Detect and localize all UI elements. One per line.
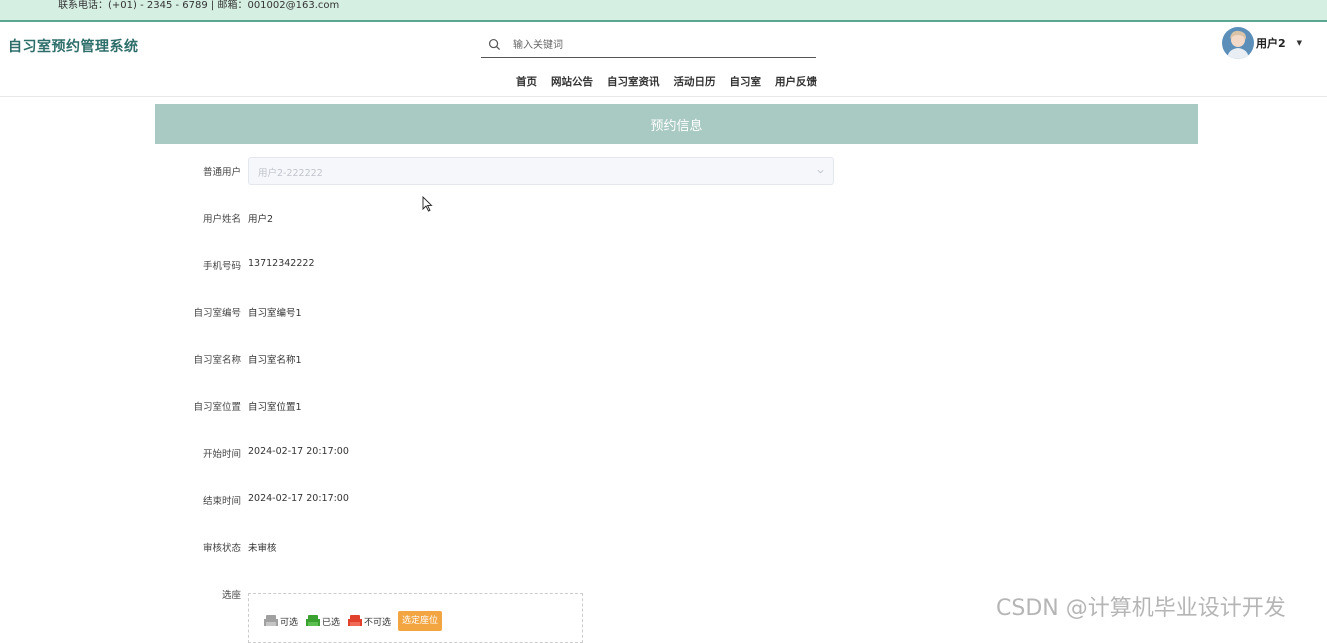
field-label: 开始时间 xyxy=(202,449,241,460)
seat-selected-icon xyxy=(306,615,321,626)
watermark: CSDN @计算机毕业设计开发 xyxy=(996,596,1286,621)
seat-label: 选座 xyxy=(221,590,241,601)
search-input[interactable] xyxy=(511,35,801,55)
form-row: 手机号码 13712342222 xyxy=(155,255,855,275)
seat-unavailable-icon xyxy=(348,615,363,626)
user-name[interactable]: 用户2 xyxy=(1256,35,1286,51)
top-info-bar: 联系电话：(+01) - 2345 - 6789 | 邮箱：001002@163… xyxy=(0,0,1327,22)
form-row: 开始时间 2024-02-17 20:17:00 xyxy=(155,443,855,463)
legend-unavailable-label: 不可选 xyxy=(364,617,392,628)
field-label: 用户姓名 xyxy=(202,214,241,225)
field-label: 手机号码 xyxy=(202,261,241,272)
field-label: 自习室编号 xyxy=(193,308,241,319)
form-row: 用户姓名 用户2 xyxy=(155,208,855,228)
avatar[interactable] xyxy=(1222,27,1254,59)
field-label: 结束时间 xyxy=(202,496,241,507)
section-banner: 预约信息 xyxy=(155,104,1198,144)
form-row: 审核状态 未审核 xyxy=(155,537,855,557)
chevron-down-icon xyxy=(817,169,824,174)
nav-item-home[interactable]: 首页 xyxy=(516,74,537,89)
site-title[interactable]: 自习室预约管理系统 xyxy=(8,36,139,56)
user-menu[interactable]: 用户2 ▼ xyxy=(1222,27,1302,59)
field-value: 2024-02-17 20:17:00 xyxy=(248,493,349,504)
header: 自习室预约管理系统 用户2 ▼ 首页 网站公告 自习室资讯 活动日历 自习室 用… xyxy=(0,24,1327,97)
field-value: 未审核 xyxy=(248,543,277,554)
form-row: 自习室名称 自习室名称1 xyxy=(155,349,855,369)
nav-item-study-room[interactable]: 自习室 xyxy=(730,74,762,89)
search-icon[interactable] xyxy=(488,38,501,51)
page-title: 预约信息 xyxy=(650,118,703,134)
field-value: 自习室名称1 xyxy=(248,355,302,366)
legend-available-label: 可选 xyxy=(280,617,299,628)
field-value: 13712342222 xyxy=(248,258,315,269)
form-row: 结束时间 2024-02-17 20:17:00 xyxy=(155,490,855,510)
legend-selected-label: 已选 xyxy=(322,617,341,628)
seat-picker: 可选 已选 不可选 选定座位 xyxy=(248,593,583,643)
user-select-label: 普通用户 xyxy=(202,167,241,178)
field-value: 自习室编号1 xyxy=(248,308,302,319)
field-value: 用户2 xyxy=(248,214,274,225)
form-row: 自习室编号 自习室编号1 xyxy=(155,302,855,322)
nav-item-calendar[interactable]: 活动日历 xyxy=(674,74,716,89)
user-select-value: 用户2-222222 xyxy=(258,168,323,179)
legend-selected: 已选 xyxy=(305,614,340,628)
legend-unavailable: 不可选 xyxy=(347,614,391,628)
form-row: 自习室位置 自习室位置1 xyxy=(155,396,855,416)
nav-item-feedback[interactable]: 用户反馈 xyxy=(775,74,817,89)
contact-info: 联系电话：(+01) - 2345 - 6789 | 邮箱：001002@163… xyxy=(58,0,340,11)
caret-down-icon[interactable]: ▼ xyxy=(1297,39,1302,47)
field-value: 2024-02-17 20:17:00 xyxy=(248,446,349,457)
search-bar xyxy=(481,33,816,58)
field-value: 自习室位置1 xyxy=(248,402,302,413)
pick-seat-button[interactable]: 选定座位 xyxy=(398,611,443,631)
main-nav: 首页 网站公告 自习室资讯 活动日历 自习室 用户反馈 xyxy=(516,74,831,89)
seat-available-icon xyxy=(264,615,278,626)
field-label: 自习室名称 xyxy=(193,355,241,366)
nav-item-news[interactable]: 自习室资讯 xyxy=(607,74,660,89)
user-select[interactable]: 用户2-222222 xyxy=(248,157,834,185)
nav-item-announcements[interactable]: 网站公告 xyxy=(551,74,593,89)
mouse-cursor-icon xyxy=(422,196,433,212)
legend-available: 可选 xyxy=(263,614,298,628)
field-label: 自习室位置 xyxy=(193,402,241,413)
field-label: 审核状态 xyxy=(202,543,241,554)
seat-legend: 可选 已选 不可选 选定座位 xyxy=(263,611,443,631)
